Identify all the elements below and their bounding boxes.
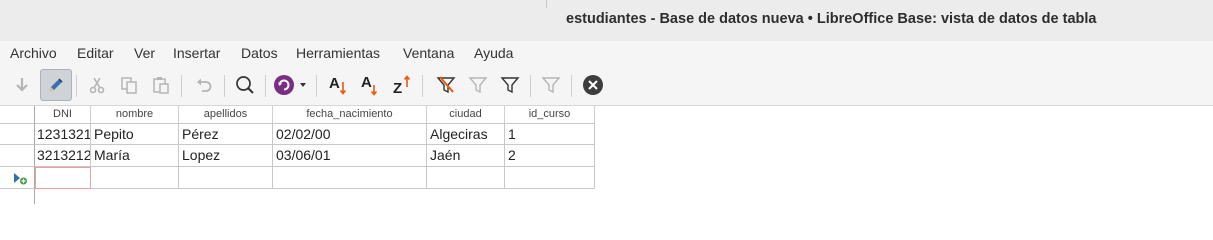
paste-icon [153,77,169,94]
table-cell[interactable]: Pérez [179,123,273,145]
sort-ascending-button[interactable]: A [322,69,354,101]
title-bar: estudiantes - Base de datos nueva • Libr… [0,0,1213,42]
menu-ayuda[interactable]: Ayuda [474,45,513,61]
edit-data-button[interactable] [40,69,72,101]
new-row-cell[interactable] [427,167,505,189]
sort-descending-button[interactable]: A [354,69,386,101]
chevron-down-icon [300,83,306,87]
copy-button[interactable] [113,69,145,101]
toolbar-separator [224,75,225,97]
svg-text:A: A [361,74,372,91]
new-row-cell-dni[interactable] [35,167,91,189]
table-cell[interactable]: María [91,145,179,167]
cut-button[interactable] [81,69,113,101]
toolbar-separator [316,75,317,97]
new-row-cell[interactable] [179,167,273,189]
sort-button[interactable]: Z [386,69,418,101]
new-row-cell[interactable] [505,167,595,189]
autofilter-button[interactable] [430,69,462,101]
new-record-icon [14,173,27,185]
close-button[interactable] [577,69,609,101]
table-cell[interactable]: 2 [505,145,595,167]
remove-filter-button[interactable] [535,69,567,101]
menu-editar[interactable]: Editar [77,45,114,61]
apply-filter-icon [500,77,520,94]
toolbar-separator [181,75,182,97]
menu-ventana[interactable]: Ventana [403,45,454,61]
find-record-button[interactable] [229,69,261,101]
new-row-cell[interactable] [273,167,427,189]
menu-insertar[interactable]: Insertar [173,45,220,61]
toolbar-separator [530,75,531,97]
table-cell[interactable]: 1 [505,123,595,145]
column-header-fecha-nacimiento[interactable]: fecha_nacimiento [273,106,427,123]
row-header[interactable] [0,145,35,167]
sort-ascending-icon: A [329,75,347,95]
menu-ver[interactable]: Ver [134,45,155,61]
refresh-dropdown[interactable] [295,69,311,101]
window-title: estudiantes - Base de datos nueva • Libr… [566,11,1097,27]
sort-icon: Z [393,75,411,97]
column-header-ciudad[interactable]: ciudad [427,106,505,123]
table-cell[interactable]: 03/06/01 [273,145,427,167]
autofilter-icon [436,76,456,94]
toolbar-separator [76,75,77,97]
table-cell[interactable]: Algeciras [427,123,505,145]
table-cell[interactable]: 1231321 [35,123,91,145]
menu-herramientas[interactable]: Herramientas [296,45,380,61]
apply-filter-button[interactable] [494,69,526,101]
new-row-header[interactable] [0,167,35,189]
row-header[interactable] [0,123,35,145]
table-cell[interactable]: Lopez [179,145,273,167]
new-row-cell[interactable] [91,167,179,189]
undo-icon [197,78,212,92]
menu-bar: Archivo Editar Ver Insertar Datos Herram… [0,41,1213,66]
grid-corner [0,106,35,123]
toolbar: A A Z [0,66,1213,106]
edit-data-icon [50,78,63,91]
toolbar-separator [571,75,572,97]
menu-archivo[interactable]: Archivo [10,45,57,61]
remove-filter-icon [541,77,561,94]
svg-text:A: A [329,75,340,92]
table-cell[interactable]: 3213212 [35,145,91,167]
svg-text:Z: Z [393,80,402,97]
close-icon [583,75,603,95]
column-header-dni[interactable]: DNI [35,106,91,123]
save-record-button[interactable] [6,69,38,101]
table-cell[interactable]: 02/02/00 [273,123,427,145]
title-bar-divider [546,0,547,8]
save-record-icon [16,78,28,92]
column-header-nombre[interactable]: nombre [91,106,179,123]
table-cell[interactable]: Jaén [427,145,505,167]
undo-button[interactable] [188,69,220,101]
column-header-apellidos[interactable]: apellidos [179,106,273,123]
refresh-icon [274,75,294,95]
paste-button[interactable] [145,69,177,101]
table-cell[interactable]: Pepito [91,123,179,145]
toolbar-separator [265,75,266,97]
sort-descending-icon: A [361,74,378,96]
find-record-icon [236,76,254,94]
row-header-column [0,189,35,204]
standard-filter-button[interactable] [462,69,494,101]
copy-icon [121,77,137,94]
column-header-id-curso[interactable]: id_curso [505,106,595,123]
standard-filter-icon [468,77,488,94]
cut-icon [89,77,105,94]
toolbar-separator [422,75,423,97]
menu-datos[interactable]: Datos [241,45,278,61]
